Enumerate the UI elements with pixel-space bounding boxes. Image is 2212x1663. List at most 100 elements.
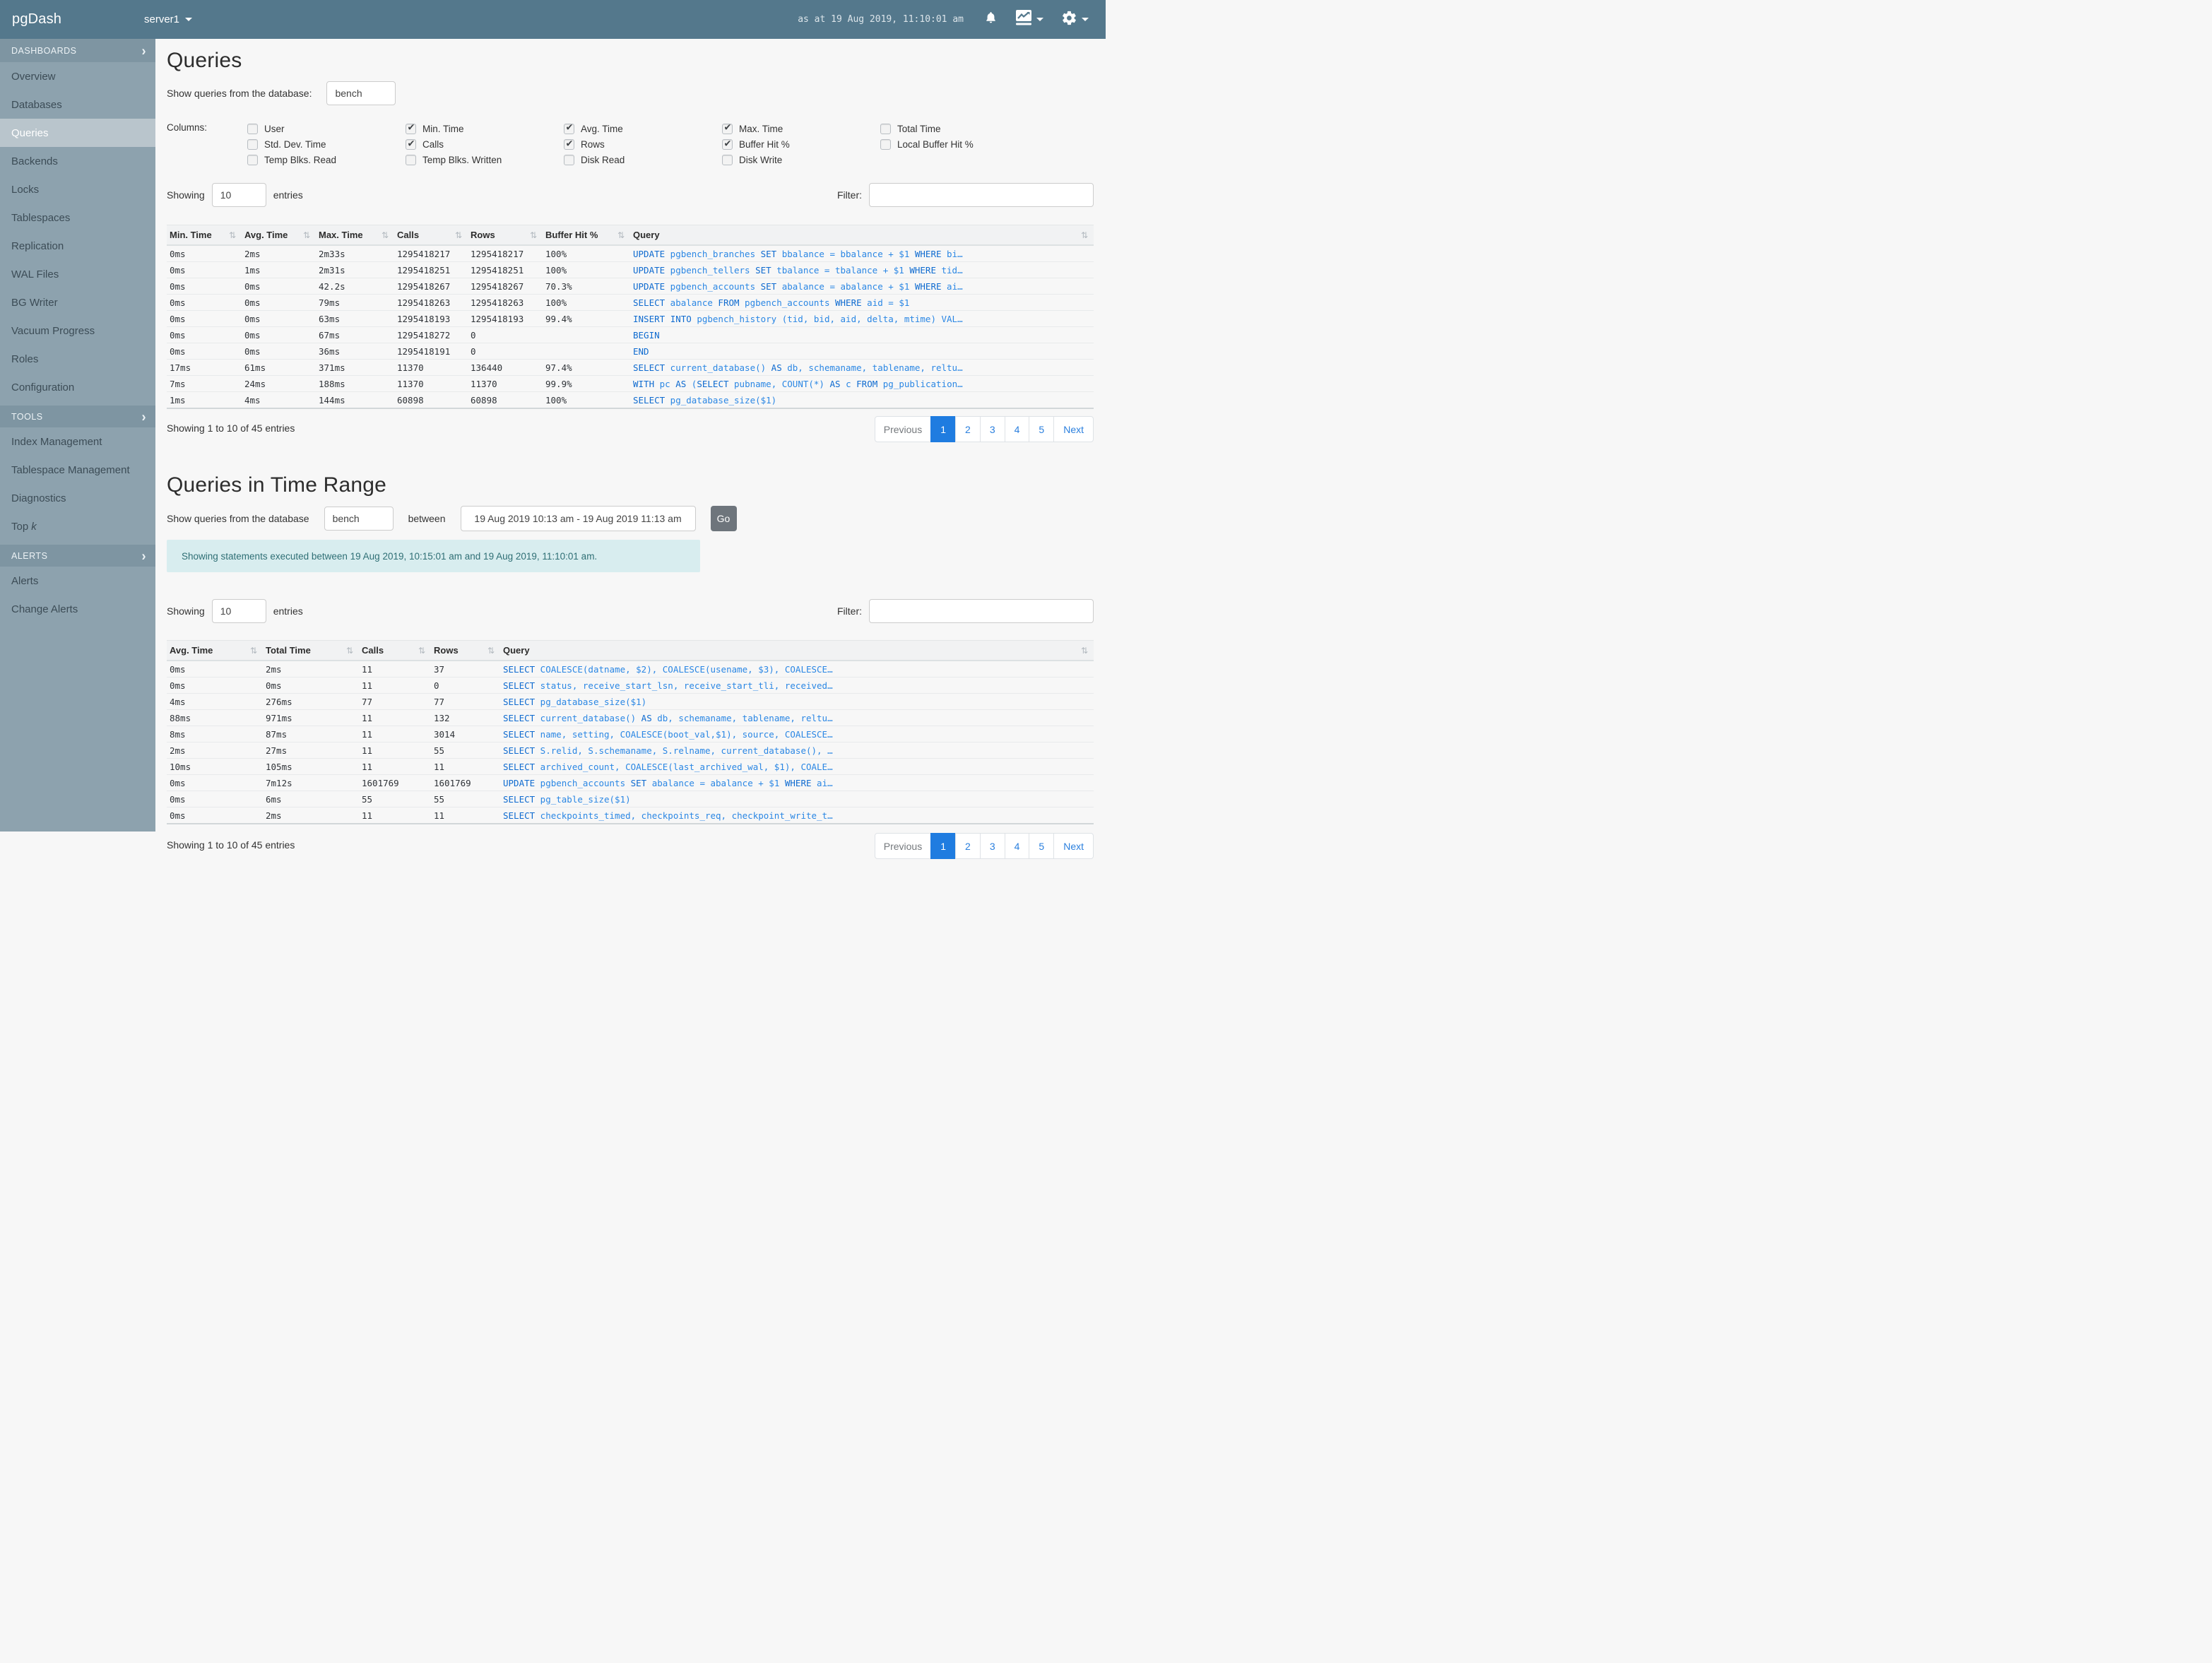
sidebar-section-tools[interactable]: TOOLS › bbox=[0, 406, 155, 427]
query-link[interactable]: SELECT pg_table_size($1) bbox=[500, 791, 1094, 807]
column-checkbox-total-time[interactable]: Total Time bbox=[880, 121, 1039, 136]
query-link[interactable]: SELECT pg_database_size($1) bbox=[500, 693, 1094, 710]
column-header-calls[interactable]: Calls ⇅ bbox=[359, 640, 431, 662]
sidebar-item-tablespaces[interactable]: Tablespaces bbox=[0, 203, 155, 232]
sidebar-item-replication[interactable]: Replication bbox=[0, 232, 155, 260]
column-header-query[interactable]: Query ⇅ bbox=[500, 640, 1094, 662]
checkbox-label: Buffer Hit % bbox=[739, 139, 790, 150]
sidebar-item-queries[interactable]: Queries bbox=[0, 119, 155, 147]
query-link[interactable]: SELECT status, receive_start_lsn, receiv… bbox=[500, 677, 1094, 694]
sidebar-item-roles[interactable]: Roles bbox=[0, 345, 155, 373]
column-header-max-time[interactable]: Max. Time ⇅ bbox=[316, 225, 394, 247]
sidebar-item-backends[interactable]: Backends bbox=[0, 147, 155, 175]
page-next-button[interactable]: Next bbox=[1053, 416, 1094, 443]
page-2-button[interactable]: 2 bbox=[955, 416, 981, 443]
page-4-button[interactable]: 4 bbox=[1004, 416, 1030, 443]
query-link[interactable]: SELECT abalance FROM pgbench_accounts WH… bbox=[630, 294, 1094, 311]
sidebar-item-vacuum-progress[interactable]: Vacuum Progress bbox=[0, 316, 155, 345]
column-header-buffer-hit[interactable]: Buffer Hit % ⇅ bbox=[543, 225, 630, 247]
filter-input[interactable] bbox=[869, 183, 1094, 208]
sidebar-item-overview[interactable]: Overview bbox=[0, 62, 155, 90]
sidebar-section-dashboards[interactable]: DASHBOARDS › bbox=[0, 39, 155, 62]
page-previous-button[interactable]: Previous bbox=[874, 833, 932, 860]
column-checkbox-std-dev-time[interactable]: Std. Dev. Time bbox=[247, 136, 406, 152]
query-link[interactable]: UPDATE pgbench_accounts SET abalance = a… bbox=[500, 774, 1094, 791]
column-checkbox-local-buffer-hit[interactable]: Local Buffer Hit % bbox=[880, 136, 1039, 152]
query-link[interactable]: SELECT checkpoints_timed, checkpoints_re… bbox=[500, 807, 1094, 824]
column-checkbox-calls[interactable]: ✔ Calls bbox=[406, 136, 564, 152]
settings-menu-button[interactable] bbox=[1061, 10, 1089, 30]
sidebar-item-diagnostics[interactable]: Diagnostics bbox=[0, 484, 155, 512]
query-link[interactable]: INSERT INTO pgbench_history (tid, bid, a… bbox=[630, 310, 1094, 327]
entries-label: entries bbox=[273, 605, 303, 617]
page-4-button[interactable]: 4 bbox=[1004, 833, 1030, 860]
query-link[interactable]: WITH pc AS (SELECT pubname, COUNT(*) AS … bbox=[630, 375, 1094, 392]
sidebar-item-change-alerts[interactable]: Change Alerts bbox=[0, 595, 155, 623]
column-checkbox-user[interactable]: User bbox=[247, 121, 406, 136]
page-1-button[interactable]: 1 bbox=[930, 833, 957, 860]
column-checkbox-min-time[interactable]: ✔ Min. Time bbox=[406, 121, 564, 136]
filter-input-2[interactable] bbox=[869, 599, 1094, 624]
column-header-min-time[interactable]: Min. Time ⇅ bbox=[167, 225, 242, 247]
sidebar-item-bg-writer[interactable]: BG Writer bbox=[0, 288, 155, 316]
column-header-query[interactable]: Query ⇅ bbox=[630, 225, 1094, 247]
query-link[interactable]: UPDATE pgbench_accounts SET abalance = a… bbox=[630, 278, 1094, 295]
page-3-button[interactable]: 3 bbox=[979, 416, 1005, 443]
column-checkbox-temp-blks-written[interactable]: Temp Blks. Written bbox=[406, 153, 564, 168]
checkbox-label: User bbox=[264, 123, 285, 134]
page-2-button[interactable]: 2 bbox=[955, 833, 981, 860]
column-checkbox-disk-write[interactable]: Disk Write bbox=[722, 153, 880, 168]
sidebar-item-alerts[interactable]: Alerts bbox=[0, 567, 155, 595]
query-link[interactable]: SELECT archived_count, COALESCE(last_arc… bbox=[500, 758, 1094, 775]
database-input-2[interactable] bbox=[324, 507, 394, 531]
query-link[interactable]: UPDATE pgbench_tellers SET tbalance = tb… bbox=[630, 261, 1094, 278]
charts-menu-button[interactable] bbox=[1015, 10, 1043, 29]
notifications-button[interactable] bbox=[984, 10, 998, 29]
sidebar-item-databases[interactable]: Databases bbox=[0, 90, 155, 119]
page-size-input-2[interactable] bbox=[211, 599, 266, 624]
query-link[interactable]: SELECT current_database() AS db, scheman… bbox=[630, 359, 1094, 376]
page-5-button[interactable]: 5 bbox=[1029, 416, 1055, 443]
column-checkbox-max-time[interactable]: ✔ Max. Time bbox=[722, 121, 880, 136]
column-checkbox-temp-blks-read[interactable]: Temp Blks. Read bbox=[247, 153, 406, 168]
sidebar-item-configuration[interactable]: Configuration bbox=[0, 373, 155, 401]
column-checkbox-disk-read[interactable]: Disk Read bbox=[564, 153, 722, 168]
query-link[interactable]: SELECT S.relid, S.schemaname, S.relname,… bbox=[500, 742, 1094, 759]
page-5-button[interactable]: 5 bbox=[1029, 833, 1055, 860]
sidebar-item-index-management[interactable]: Index Management bbox=[0, 427, 155, 456]
query-link[interactable]: SELECT name, setting, COALESCE(boot_val,… bbox=[500, 726, 1094, 742]
app-logo[interactable]: pgDash bbox=[0, 11, 144, 28]
page-next-button[interactable]: Next bbox=[1053, 833, 1094, 860]
cell-value: 11370 bbox=[394, 359, 468, 376]
column-header-rows[interactable]: Rows ⇅ bbox=[431, 640, 500, 662]
query-link[interactable]: BEGIN bbox=[630, 326, 1094, 343]
sidebar-section-alerts[interactable]: ALERTS › bbox=[0, 545, 155, 567]
page-1-button[interactable]: 1 bbox=[930, 416, 957, 443]
cell-value: 0ms bbox=[242, 343, 316, 360]
column-header-avg-time[interactable]: Avg. Time ⇅ bbox=[242, 225, 316, 247]
column-header-calls[interactable]: Calls ⇅ bbox=[394, 225, 468, 247]
sidebar-item-wal-files[interactable]: WAL Files bbox=[0, 260, 155, 288]
page-previous-button[interactable]: Previous bbox=[874, 416, 932, 443]
column-checkbox-buffer-hit[interactable]: ✔ Buffer Hit % bbox=[722, 136, 880, 152]
column-header-avg-time[interactable]: Avg. Time ⇅ bbox=[167, 640, 263, 662]
query-link[interactable]: SELECT pg_database_size($1) bbox=[630, 391, 1094, 409]
page-3-button[interactable]: 3 bbox=[979, 833, 1005, 860]
column-header-rows[interactable]: Rows ⇅ bbox=[468, 225, 543, 247]
checkbox-label: Rows bbox=[581, 139, 605, 150]
time-range-input[interactable] bbox=[460, 506, 696, 532]
column-header-total-time[interactable]: Total Time ⇅ bbox=[263, 640, 359, 662]
database-input[interactable] bbox=[326, 81, 396, 105]
query-link[interactable]: SELECT current_database() AS db, scheman… bbox=[500, 709, 1094, 726]
column-checkbox-avg-time[interactable]: ✔ Avg. Time bbox=[564, 121, 722, 136]
column-checkbox-rows[interactable]: ✔ Rows bbox=[564, 136, 722, 152]
sidebar-item-locks[interactable]: Locks bbox=[0, 175, 155, 203]
server-selector[interactable]: server1 bbox=[144, 13, 193, 25]
page-size-input[interactable] bbox=[211, 183, 266, 208]
query-link[interactable]: UPDATE pgbench_branches SET bbalance = b… bbox=[630, 245, 1094, 262]
sidebar-item-top-k[interactable]: Top k bbox=[0, 512, 155, 540]
query-link[interactable]: SELECT COALESCE(datname, $2), COALESCE(u… bbox=[500, 661, 1094, 677]
query-link[interactable]: END bbox=[630, 343, 1094, 360]
go-button[interactable]: Go bbox=[710, 506, 737, 532]
sidebar-item-tablespace-management[interactable]: Tablespace Management bbox=[0, 456, 155, 484]
